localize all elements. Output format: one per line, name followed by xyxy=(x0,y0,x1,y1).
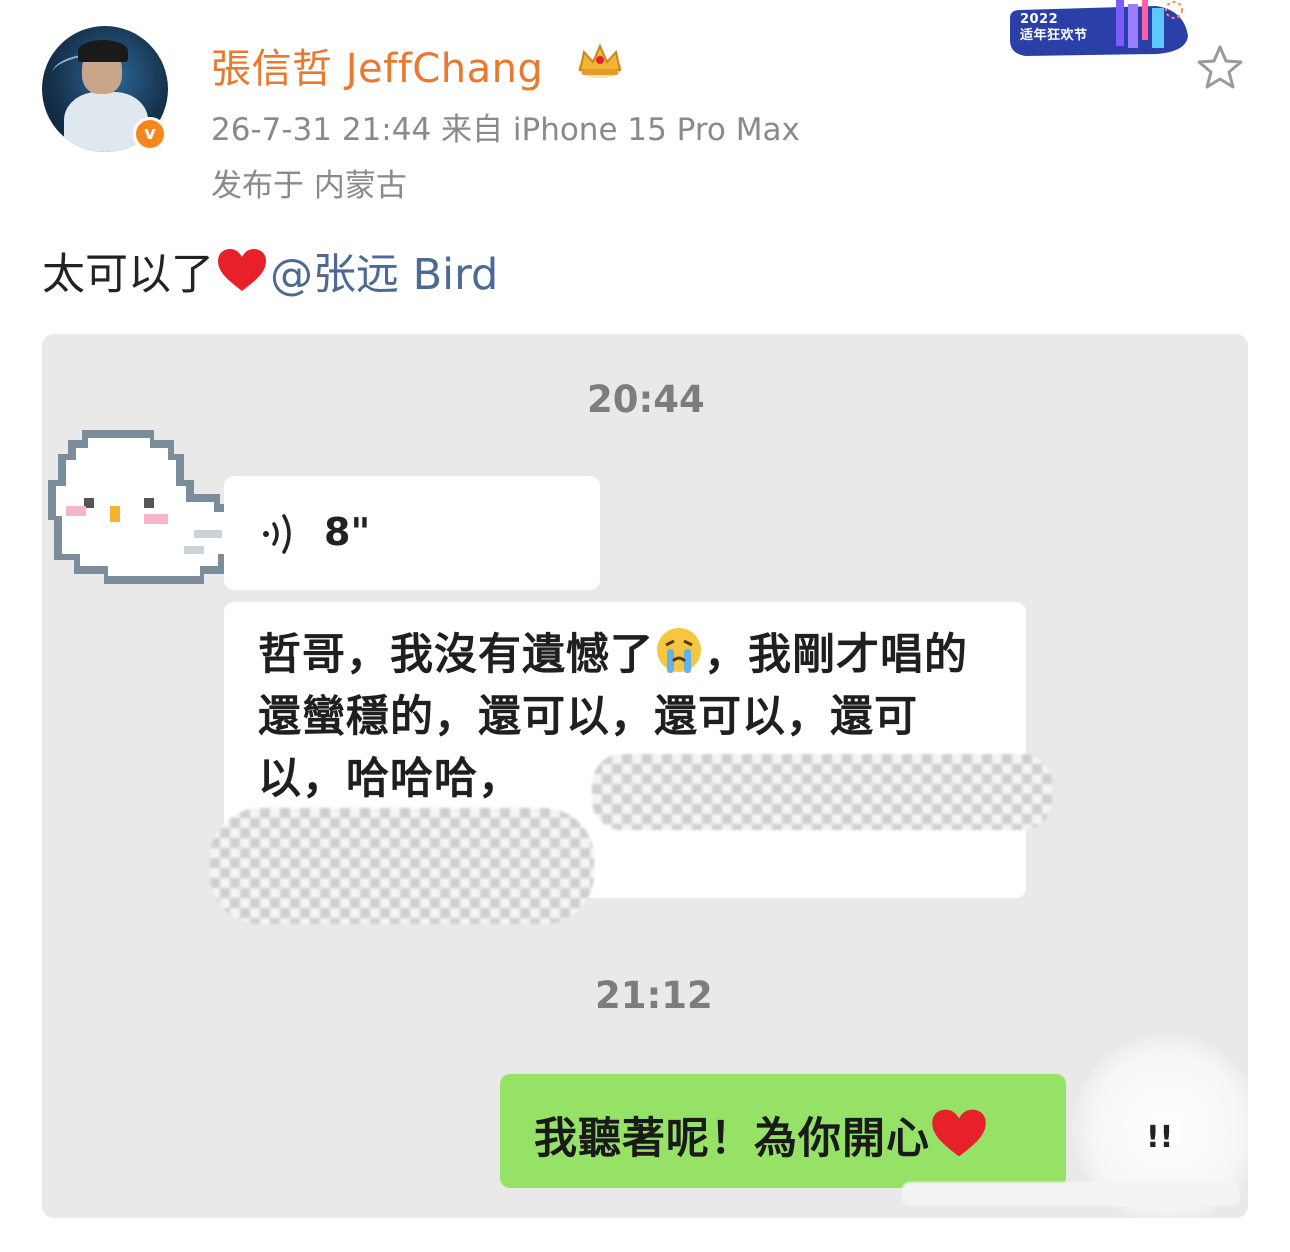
post-text: 太可以了 @张远 Bird xyxy=(42,240,498,302)
chat-time-1: 20:44 xyxy=(587,378,705,421)
voice-wave-icon xyxy=(263,514,291,554)
voice-message-bubble[interactable]: 8" xyxy=(224,476,600,590)
festival-badge-text: 2022 适年狂欢节 xyxy=(1020,12,1088,44)
post-location: 发布于 内蒙古 xyxy=(211,168,407,204)
voice-duration: 8" xyxy=(324,510,371,554)
redacted-mosaic xyxy=(592,754,1052,830)
festival-badge[interactable]: 2022 适年狂欢节 xyxy=(1006,0,1192,60)
outgoing-message-body: 我聽著呢！為你開心 xyxy=(534,1114,930,1164)
outgoing-message-text: 我聽著呢！為你開心 xyxy=(534,1104,988,1166)
red-heart-icon xyxy=(932,1109,986,1157)
trailing-mark: !! xyxy=(1146,1120,1174,1155)
author-name[interactable]: 張信哲 JeffChang xyxy=(211,36,543,94)
crying-emoji-icon xyxy=(657,628,701,673)
crown-icon xyxy=(578,43,622,78)
incoming-message-part1: 哲哥，我沒有遺憾了 xyxy=(258,630,654,680)
outgoing-message-bubble[interactable]: 我聽著呢！為你開心 xyxy=(500,1074,1066,1188)
post-time-source: 26-7-31 21:44 来自 iPhone 15 Pro Max xyxy=(211,112,800,148)
post-body: 太可以了 xyxy=(42,250,214,300)
pixel-ghost-avatar-icon xyxy=(48,430,240,584)
favorite-star-icon[interactable] xyxy=(1194,42,1246,94)
mention-link[interactable]: @张远 Bird xyxy=(270,250,498,300)
festival-title: 适年狂欢节 xyxy=(1020,28,1088,43)
chat-time-2: 21:12 xyxy=(595,974,713,1017)
festival-year: 2022 xyxy=(1020,12,1059,27)
red-heart-icon xyxy=(218,249,266,291)
chat-screenshot[interactable]: 20:44 8" 哲哥，我沒有遺憾了 ，我剛才唱的還蠻穩的，還可以，還可以，還可以… xyxy=(42,334,1248,1218)
redacted-strip xyxy=(902,1182,1240,1206)
avatar-hair xyxy=(78,40,128,62)
redacted-mosaic xyxy=(210,808,594,924)
verified-badge: v xyxy=(133,117,167,151)
